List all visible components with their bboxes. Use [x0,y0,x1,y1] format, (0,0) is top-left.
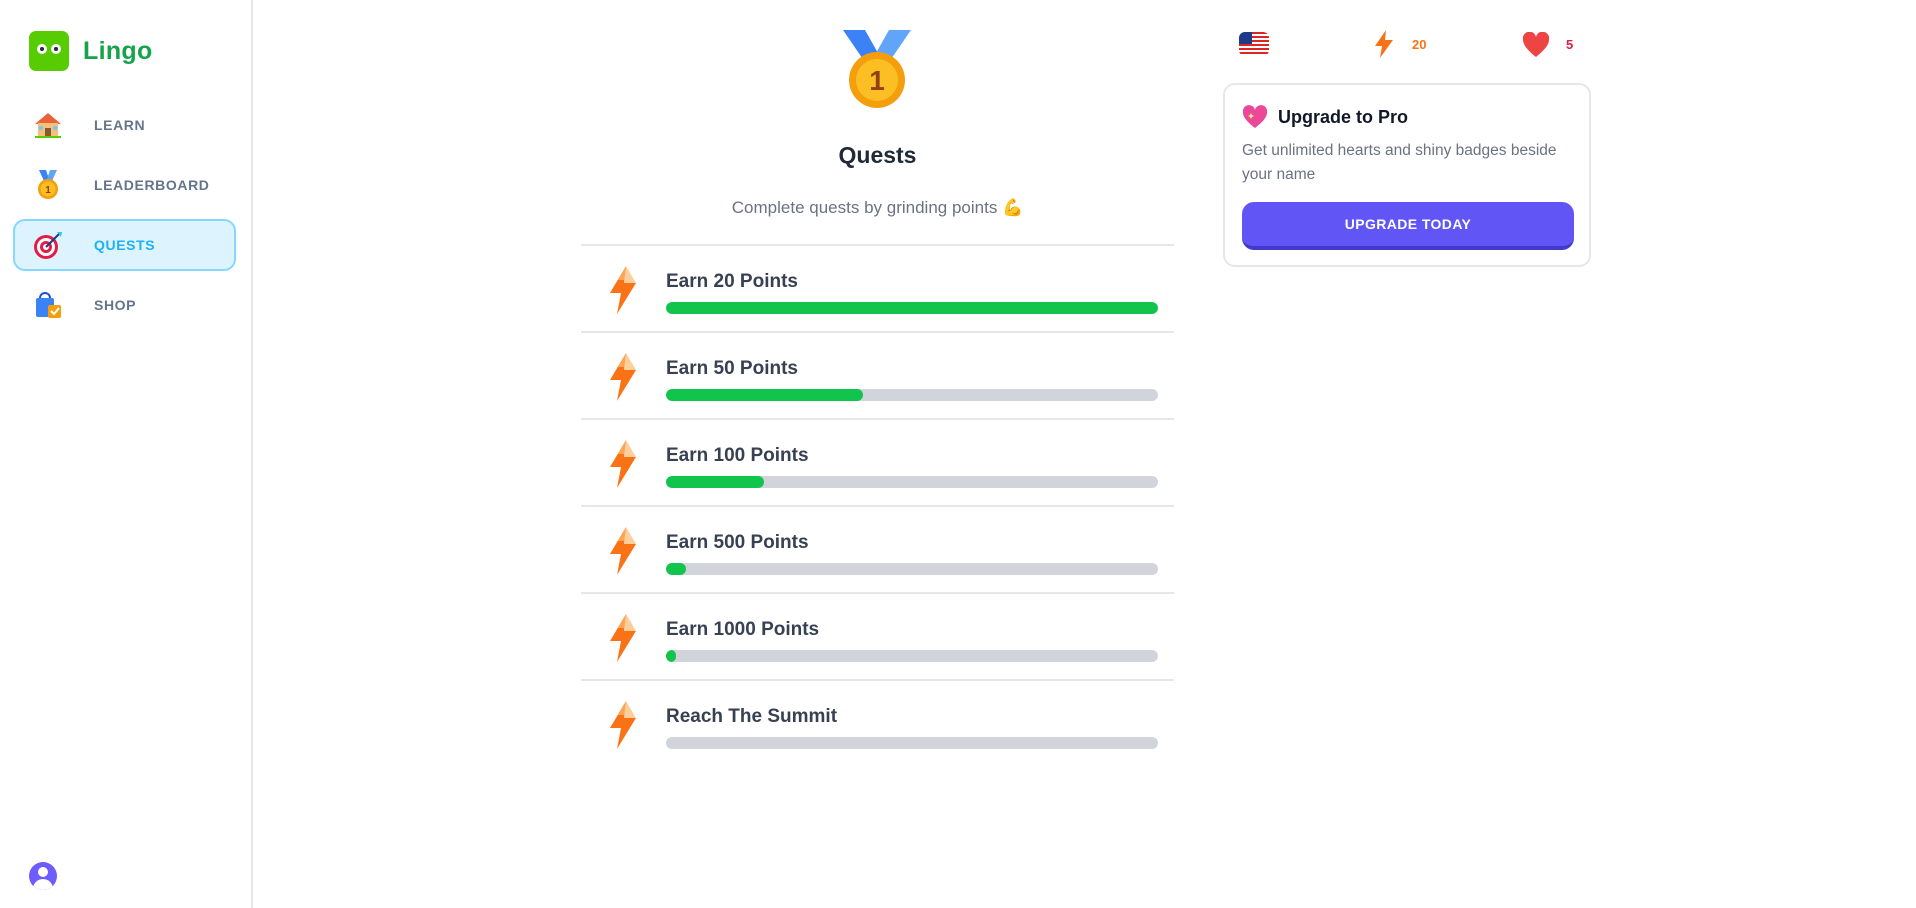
upgrade-card: Upgrade to Pro Get unlimited hearts and … [1223,83,1591,267]
upgrade-card-header: Upgrade to Pro [1242,105,1408,129]
logo[interactable]: Lingo [29,31,153,71]
mascot-logo-icon [29,31,69,71]
quest-progress-fill [666,389,863,401]
house-icon [32,109,64,141]
quest-item: Earn 1000 Points [581,594,1174,681]
quest-progress-bar [666,476,1158,488]
user-stats: 20 5 [1237,30,1593,60]
quest-progress-fill [666,476,765,488]
lightning-bolt-icon [610,527,636,575]
quest-list: Earn 20 Points Earn 50 Points Earn 100 P… [581,244,1174,768]
sidebar-item-learn[interactable]: LEARN [13,99,236,151]
lightning-bolt-icon [610,353,636,401]
target-icon [32,229,64,261]
quest-progress-bar [666,302,1158,314]
quest-title: Reach The Summit [666,706,838,727]
points-count[interactable]: 20 [1412,37,1426,52]
medal-number: 1 [869,65,885,96]
sidebar-item-label: LEADERBOARD [94,177,210,193]
quest-progress-bar [666,737,1158,749]
quest-title: Earn 50 Points [666,358,798,379]
page-title: Quests [838,142,917,168]
quest-title: Earn 20 Points [666,271,798,292]
heart-icon[interactable] [1522,32,1550,58]
quest-progress-bar [666,650,1158,662]
upgrade-description: Get unlimited hearts and shiny badges be… [1242,142,1557,183]
lightning-bolt-icon [610,266,636,314]
upgrade-today-button[interactable]: UPGRADE TODAY [1242,202,1574,250]
sidebar-item-quests[interactable]: QUESTS [13,219,236,271]
sidebar: Lingo LEARN 1 LEADERBOARD QUESTS SHOP [0,0,253,908]
lightning-bolt-icon[interactable] [1374,30,1394,58]
medal-icon: 1 [32,169,64,201]
quest-item: Reach The Summit [581,681,1174,768]
shopping-bag-icon [32,289,64,321]
sidebar-item-label: QUESTS [94,237,156,253]
brand-name: Lingo [83,36,153,65]
svg-text:1: 1 [45,185,51,196]
us-flag-icon[interactable] [1239,32,1269,56]
quest-item: Earn 50 Points [581,333,1174,420]
quest-item: Earn 100 Points [581,420,1174,507]
user-avatar-icon[interactable] [29,862,57,890]
sidebar-item-shop[interactable]: SHOP [13,279,236,331]
sidebar-item-label: SHOP [94,297,137,313]
lightning-bolt-icon [610,701,636,749]
lightning-bolt-icon [610,614,636,662]
quest-item: Earn 500 Points [581,507,1174,594]
quest-progress-bar [666,563,1158,575]
sidebar-item-label: LEARN [94,117,146,133]
quest-title: Earn 1000 Points [666,619,820,640]
quest-progress-fill [666,302,1158,314]
sidebar-nav: LEARN 1 LEADERBOARD QUESTS SHOP [13,99,236,339]
sparkling-heart-icon [1242,105,1268,128]
quest-progress-fill [666,650,676,662]
hearts-count[interactable]: 5 [1566,37,1573,52]
quest-title: Earn 100 Points [666,445,809,466]
upgrade-title: Upgrade to Pro [1278,106,1409,127]
lightning-bolt-icon [610,440,636,488]
quest-item: Earn 20 Points [581,246,1174,333]
quest-title: Earn 500 Points [666,532,809,553]
page-subtitle: Complete quests by grinding points 💪 [731,198,1024,217]
sidebar-item-leaderboard[interactable]: 1 LEADERBOARD [13,159,236,211]
quest-progress-bar [666,389,1158,401]
medal-icon: 1 [841,28,913,110]
quest-progress-fill [666,563,686,575]
